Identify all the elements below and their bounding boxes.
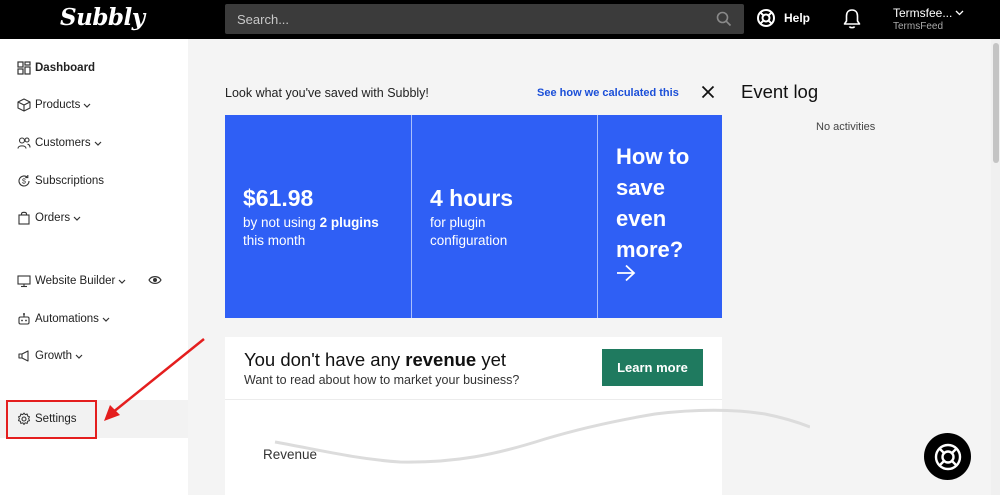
savings-money-line1: by not using <box>243 215 320 230</box>
savings-header: Look what you've saved with Subbly! See … <box>225 78 722 108</box>
savings-money-desc: by not using 2 plugins this month <box>243 214 379 250</box>
account-menu[interactable]: Termsfee... TermsFeed <box>893 6 964 32</box>
chevron-down-icon <box>118 279 126 284</box>
event-log-empty: No activities <box>816 121 876 133</box>
save-more-card[interactable]: How to save even more? <box>597 115 722 318</box>
support-button[interactable] <box>924 433 971 480</box>
savings-money-plugins: 2 plugins <box>319 215 379 230</box>
search-box[interactable] <box>225 4 744 34</box>
scrollbar[interactable] <box>991 39 1000 495</box>
megaphone-icon <box>18 350 29 362</box>
users-icon <box>17 137 31 149</box>
chevron-down-icon <box>955 10 964 16</box>
account-sub: TermsFeed <box>893 21 944 32</box>
sidebar-item-label: Orders <box>35 212 71 224</box>
search-icon[interactable] <box>716 11 732 27</box>
calculation-link[interactable]: See how we calculated this <box>537 87 679 99</box>
settings-highlight-box <box>6 400 97 439</box>
top-bar: Subbly Help Termsfee... TermsFeed <box>0 0 1000 39</box>
scrollbar-thumb[interactable] <box>993 43 999 163</box>
savings-card-time: 4 hours for plugin configuration <box>411 115 597 318</box>
sidebar-item-subscriptions[interactable]: $ Subscriptions <box>17 174 104 188</box>
savings-money-value: $61.98 <box>243 185 314 211</box>
savings-time-line2: configuration <box>430 233 508 248</box>
revenue-chart-label: Revenue <box>263 447 318 462</box>
eye-icon[interactable] <box>148 275 162 285</box>
revenue-panel: You don't have any revenue yet Want to r… <box>225 337 810 495</box>
chevron-down-icon <box>94 141 102 146</box>
savings-title: Look what you've saved with Subbly! <box>225 86 429 100</box>
savings-card-money: $61.98 by not using 2 plugins this month <box>225 115 411 318</box>
search-input[interactable] <box>225 4 705 34</box>
sidebar-item-label: Products <box>35 99 81 111</box>
chevron-down-icon <box>73 216 81 221</box>
logo[interactable]: Subbly <box>60 4 145 31</box>
refresh-dollar-icon: $ <box>18 175 30 187</box>
svg-text:$: $ <box>22 179 26 186</box>
bell-icon[interactable] <box>842 8 862 30</box>
chevron-down-icon <box>83 103 91 108</box>
sidebar-item-dashboard[interactable]: Dashboard <box>17 61 95 75</box>
sidebar-item-automations[interactable]: Automations <box>17 312 110 326</box>
sidebar-item-label: Growth <box>35 350 73 362</box>
save-more-text: How to save even more? <box>616 144 690 262</box>
account-name: Termsfee... <box>893 6 953 20</box>
close-icon[interactable] <box>701 85 715 99</box>
bag-icon <box>18 211 30 225</box>
event-log-title: Event log <box>741 81 819 102</box>
box-icon <box>17 98 31 112</box>
chevron-down-icon <box>75 354 83 359</box>
sidebar-item-label: Automations <box>35 313 99 325</box>
lifebuoy-icon <box>934 443 961 470</box>
help-button[interactable]: Help <box>756 8 810 28</box>
sidebar-item-customers[interactable]: Customers <box>17 136 102 150</box>
sidebar-item-label: Subscriptions <box>35 175 105 187</box>
sidebar-item-label: Dashboard <box>35 62 96 74</box>
robot-icon <box>18 313 30 325</box>
sidebar-item-label: Website Builder <box>35 275 116 287</box>
revenue-placeholder-chart <box>274 408 810 464</box>
monitor-icon <box>17 275 31 288</box>
savings-time-line1: for plugin <box>430 215 486 230</box>
savings-time-value: 4 hours <box>430 185 514 211</box>
annotation-arrow <box>104 338 205 421</box>
sidebar-item-products[interactable]: Products <box>17 98 91 112</box>
sidebar-item-website-builder[interactable]: Website Builder <box>17 274 126 288</box>
savings-time-desc: for plugin configuration <box>430 214 507 250</box>
sidebar-item-label: Customers <box>35 137 91 149</box>
sidebar-item-orders[interactable]: Orders <box>17 211 81 225</box>
arrow-right-icon[interactable] <box>616 264 636 282</box>
help-label: Help <box>784 11 811 25</box>
chevron-down-icon <box>102 317 110 322</box>
savings-cards: $61.98 by not using 2 plugins this month… <box>225 115 722 318</box>
dashboard-icon <box>17 61 31 75</box>
lifebuoy-icon <box>757 9 775 27</box>
savings-money-line2: this month <box>243 233 306 248</box>
savings-panel: Look what you've saved with Subbly! See … <box>225 78 722 318</box>
sidebar-item-growth[interactable]: Growth <box>17 349 83 363</box>
